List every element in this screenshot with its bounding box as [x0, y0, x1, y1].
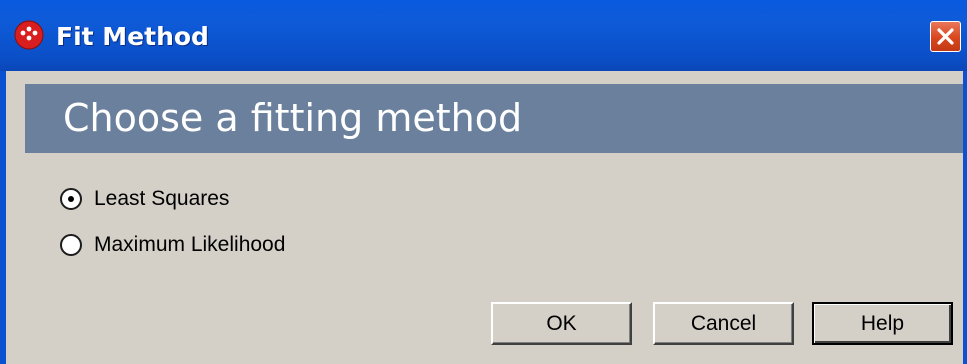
maximum-likelihood-label[interactable]: Maximum Likelihood: [94, 233, 285, 257]
window-title: Fit Method: [56, 22, 209, 51]
close-button[interactable]: [930, 21, 961, 52]
cancel-button[interactable]: Cancel: [653, 302, 794, 345]
least-squares-radio[interactable]: [60, 188, 82, 210]
least-squares-label[interactable]: Least Squares: [94, 187, 229, 211]
radio-selected-dot: [68, 196, 74, 202]
ok-button[interactable]: OK: [491, 302, 632, 345]
title-bar[interactable]: Fit Method: [0, 0, 967, 71]
window-frame-right: [963, 71, 967, 364]
header-banner: Choose a fitting method: [25, 84, 963, 153]
fit-method-dialog: Fit Method Choose a fitting method Least…: [0, 0, 967, 364]
dialog-content: Choose a fitting method Least Squares Ma…: [6, 71, 963, 364]
help-button[interactable]: Help: [812, 302, 953, 345]
close-x-icon: [937, 28, 954, 45]
app-dots-icon: [14, 20, 44, 50]
maximum-likelihood-radio[interactable]: [60, 234, 82, 256]
header-title: Choose a fitting method: [63, 96, 523, 140]
